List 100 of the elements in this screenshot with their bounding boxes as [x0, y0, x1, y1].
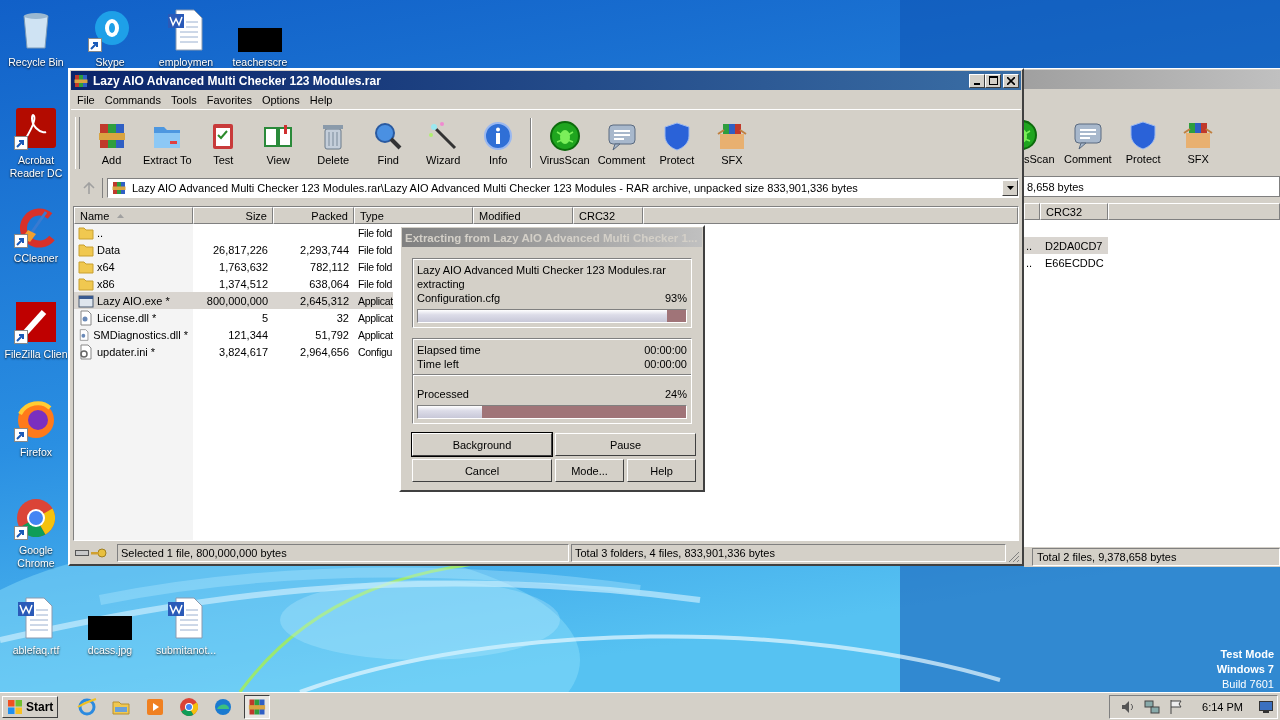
- menu-item[interactable]: Favorites: [202, 91, 258, 108]
- browser-icon[interactable]: [14, 496, 58, 540]
- file-name: x86: [97, 277, 115, 290]
- dialog-button[interactable]: Help: [627, 459, 696, 482]
- chat-app-icon[interactable]: [88, 8, 132, 52]
- table-cell: File fold: [358, 243, 393, 256]
- icon-label: CCleaner: [13, 252, 59, 265]
- table-cell: 2,293,744: [300, 243, 349, 256]
- file-row[interactable]: updater.ini * 3,824,617 2,964,656 Configu: [74, 343, 393, 360]
- table-cell: 638,064: [309, 277, 349, 290]
- menu-item[interactable]: Help: [305, 91, 339, 108]
- time-label: Elapsed time: [417, 343, 481, 357]
- file-row[interactable]: x64 1,763,632 782,112 File fold: [74, 258, 393, 275]
- icon-label: ablefaq.rtf: [12, 644, 60, 657]
- column-header[interactable]: CRC32: [573, 207, 643, 224]
- toolbar-button[interactable]: VirusScan: [535, 120, 594, 166]
- file-row[interactable]: Lazy AIO.exe * 800,000,000 2,645,312 Applicat: [74, 292, 393, 309]
- toolbar-button[interactable]: SFX: [704, 120, 760, 166]
- menu-item[interactable]: File: [73, 91, 101, 108]
- file-row[interactable]: .. E66ECDDC: [1024, 254, 1108, 271]
- table-cell: 121,344: [228, 328, 268, 341]
- icon-label: Firefox: [19, 446, 53, 459]
- file-row[interactable]: .. D2DA0CD7: [1024, 237, 1108, 254]
- archive-name: Lazy AIO Advanced Multi Checker 123 Modules.rar: [417, 263, 667, 277]
- folder-icon: [78, 275, 94, 292]
- browser-icon: [213, 696, 234, 717]
- column-header[interactable]: [1108, 203, 1280, 220]
- show-desktop-button[interactable]: [1257, 700, 1275, 713]
- caret-icon: [1006, 186, 1014, 190]
- toolbar-button[interactable]: Protect: [1115, 119, 1171, 165]
- clock[interactable]: 6:14 PM: [1202, 700, 1243, 713]
- toolbar-button[interactable]: Test: [195, 120, 251, 166]
- column-header[interactable]: Size: [193, 207, 273, 224]
- close-button[interactable]: [1003, 73, 1019, 88]
- window-title: Lazy AIO Advanced Multi Checker 123 Modules.rar: [93, 73, 382, 88]
- address-field[interactable]: 8,658 bytes: [1024, 176, 1280, 197]
- folder-icon: [78, 258, 94, 275]
- file-row[interactable]: Data 26,817,226 2,293,744 File fold: [74, 241, 393, 258]
- taskbar-button[interactable]: [244, 694, 271, 719]
- file-name: x64: [97, 260, 115, 273]
- dropdown-button[interactable]: [1002, 180, 1018, 196]
- column-header[interactable]: Modified: [473, 207, 573, 224]
- file-name: Configuration.cfg: [417, 291, 501, 305]
- toolbar-button[interactable]: Info: [470, 120, 526, 166]
- toolbar-button[interactable]: Find: [360, 120, 416, 166]
- windows-flag-icon: [7, 698, 23, 715]
- icon-label: Google Chrome: [16, 544, 56, 570]
- icon-label: dcass.jpg: [87, 644, 133, 657]
- percent-text: 24%: [664, 387, 687, 401]
- toolbar-button[interactable]: SFX: [1170, 119, 1226, 165]
- icon-label: Skype: [95, 56, 125, 69]
- table-cell: Applicat: [358, 311, 393, 324]
- file-row[interactable]: License.dll * 5 32 Applicat: [74, 309, 393, 326]
- toolbar-button[interactable]: Wizard: [415, 120, 471, 166]
- column-header[interactable]: CRC32: [1040, 203, 1108, 220]
- toolbar-button[interactable]: Protect: [649, 120, 705, 166]
- menu-item[interactable]: Tools: [167, 91, 203, 108]
- ftp-app-icon[interactable]: [14, 300, 58, 344]
- column-header[interactable]: [643, 207, 1018, 224]
- column-header[interactable]: Name: [74, 207, 193, 224]
- system-notice: Build 7601: [1222, 677, 1274, 692]
- dialog-button[interactable]: Cancel: [412, 459, 552, 482]
- toolbar-button[interactable]: Delete: [305, 120, 361, 166]
- table-cell: File fold: [358, 277, 393, 290]
- toolbar-button[interactable]: Extract To: [139, 120, 196, 166]
- menu-item[interactable]: Commands: [100, 91, 167, 108]
- toolbar-button[interactable]: Comment: [593, 120, 650, 166]
- time-value: 00:00:00: [644, 357, 687, 371]
- file-row[interactable]: SMDiagnostics.dll * 121,344 51,792 Applicat: [74, 326, 393, 343]
- column-header[interactable]: [1024, 203, 1040, 220]
- toolbar-button[interactable]: View: [250, 120, 306, 166]
- file-name: License.dll *: [97, 311, 157, 324]
- file-name: Lazy AIO.exe *: [97, 294, 170, 307]
- table-cell: Applicat: [358, 294, 393, 307]
- dialog-button[interactable]: Mode...: [555, 459, 624, 482]
- pdf-app-icon[interactable]: [14, 106, 58, 150]
- maximize-icon: [988, 76, 998, 85]
- dialog-button[interactable]: Background: [412, 433, 552, 456]
- start-button[interactable]: Start: [2, 695, 59, 718]
- maximize-button[interactable]: [985, 73, 1001, 88]
- table-cell: 1,374,512: [219, 277, 268, 290]
- toolbar-button[interactable]: Comment: [1060, 119, 1116, 165]
- icon-label: employmen: [158, 56, 214, 69]
- network-icon[interactable]: [1144, 698, 1161, 715]
- system-notice: Windows 7: [1216, 662, 1274, 677]
- up-arrow-icon: [82, 182, 95, 194]
- books-stack-icon: [73, 72, 89, 89]
- address-field[interactable]: Lazy AIO Advanced Multi Checker 123 Modules.rar\Lazy AIO Advanced Multi Checker 123 Modules - RAR archive, unpacked size 833,901,336 bytes: [107, 178, 1019, 198]
- flag-icon[interactable]: [1168, 698, 1185, 715]
- dialog-button[interactable]: Pause: [555, 433, 696, 456]
- file-row[interactable]: .. File fold: [74, 224, 393, 241]
- toolbar-button[interactable]: Add: [84, 120, 139, 166]
- file-row[interactable]: x86 1,374,512 638,064 File fold: [74, 275, 393, 292]
- column-header[interactable]: Type: [354, 207, 473, 224]
- minimize-button[interactable]: [969, 73, 985, 88]
- resize-grip-icon: [1008, 551, 1020, 563]
- column-header[interactable]: Packed: [273, 207, 354, 224]
- sort-arrow-icon: [117, 213, 125, 218]
- menu-item[interactable]: Options: [257, 91, 306, 108]
- table-cell: 782,112: [310, 260, 349, 273]
